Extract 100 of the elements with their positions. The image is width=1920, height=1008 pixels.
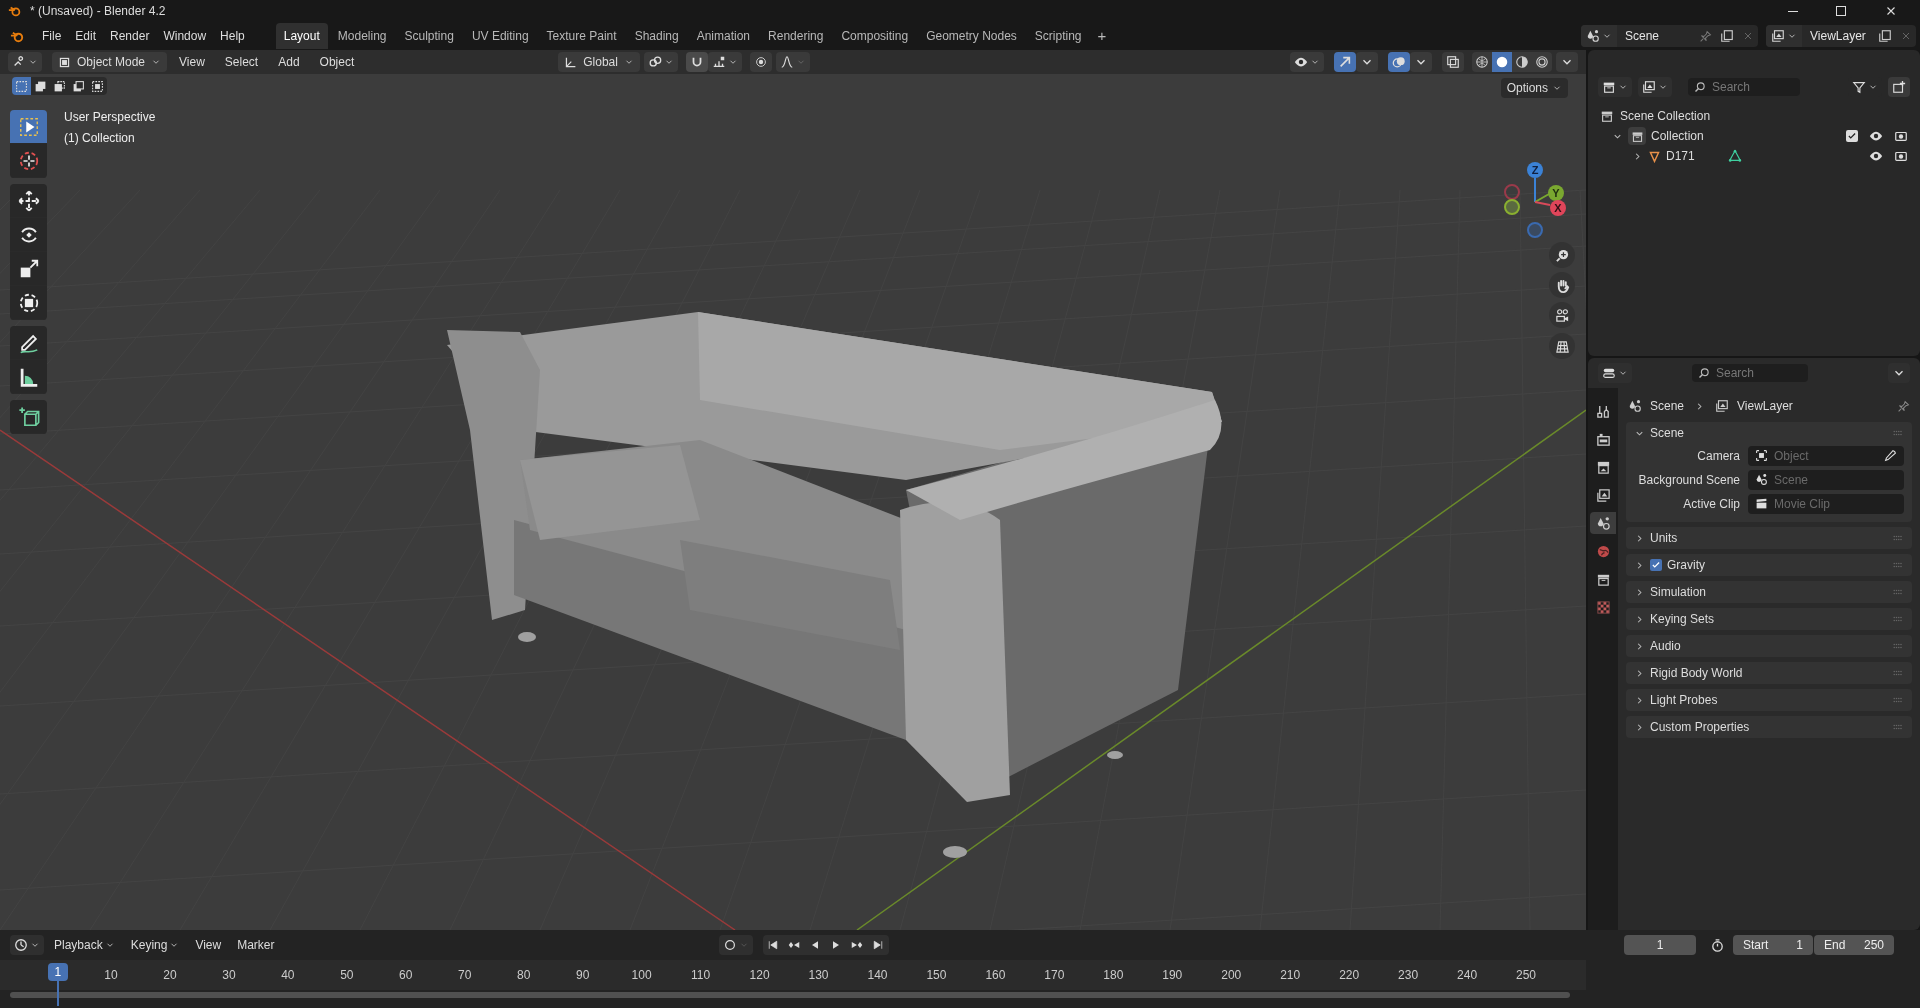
workspace-tab[interactable]: Sculpting — [396, 23, 462, 49]
editor-type-menu[interactable] — [8, 52, 42, 72]
minimize-button[interactable] — [1788, 10, 1798, 12]
menu-item[interactable]: View — [171, 53, 213, 71]
selection-mode-button[interactable] — [88, 77, 107, 95]
menu-item[interactable]: Window — [156, 24, 214, 48]
grid-view-button[interactable] — [1549, 333, 1575, 359]
data-block-menu[interactable] — [1766, 25, 1802, 47]
z-axis-handle[interactable]: Z — [1527, 162, 1543, 178]
search-field[interactable]: Search — [1688, 78, 1800, 96]
xray-toggle[interactable] — [1442, 52, 1464, 72]
new-collection-button[interactable] — [1888, 77, 1910, 97]
data-block-field[interactable]: Object — [1748, 446, 1904, 466]
visibility-dropdown[interactable] — [1290, 52, 1324, 72]
visibility-icon[interactable] — [1869, 129, 1883, 143]
overlay-dropdown[interactable] — [1410, 52, 1432, 72]
add-workspace-button[interactable]: + — [1091, 24, 1113, 48]
maximize-button[interactable] — [1836, 6, 1846, 16]
zoom-button[interactable] — [1549, 242, 1575, 268]
options-dropdown[interactable] — [1888, 363, 1910, 383]
tree-item[interactable]: Scene Collection — [1620, 107, 1711, 125]
options-dropdown[interactable]: Options — [1500, 78, 1568, 98]
jump-end-button[interactable] — [867, 935, 889, 955]
editor-type-menu[interactable] — [10, 935, 44, 955]
add-cube-tool-button[interactable] — [10, 400, 47, 434]
panel-header[interactable]: Gravity — [1626, 554, 1912, 576]
tree-item[interactable]: D171 — [1666, 147, 1695, 165]
menu-item[interactable]: Select — [216, 53, 267, 71]
shading-rendered-button[interactable] — [1532, 52, 1552, 72]
workspace-tab[interactable]: Rendering — [760, 23, 832, 49]
tree-item[interactable]: Collection — [1651, 127, 1704, 145]
annotate-tool-button[interactable] — [10, 326, 47, 360]
breadcrumb-item[interactable]: Scene — [1650, 397, 1685, 415]
menu-item[interactable]: Help — [213, 24, 252, 48]
measure-tool-button[interactable] — [10, 360, 47, 394]
negative-z-handle[interactable] — [1527, 222, 1543, 238]
search-field[interactable]: Search — [1692, 364, 1808, 382]
shading-material-button[interactable] — [1512, 52, 1532, 72]
panel-header[interactable]: Keying Sets — [1626, 608, 1912, 630]
editor-type-menu[interactable] — [1598, 363, 1632, 383]
breadcrumb-item[interactable]: ViewLayer — [1737, 397, 1793, 415]
menu-item[interactable]: Add — [270, 53, 308, 71]
transform-tool-button[interactable] — [10, 286, 47, 320]
panel-header[interactable]: Simulation — [1626, 581, 1912, 603]
snap-target-dropdown[interactable] — [707, 52, 742, 72]
menu-item[interactable]: View — [189, 936, 228, 954]
panel-header[interactable]: Units — [1626, 527, 1912, 549]
panel-header[interactable]: Custom Properties — [1626, 716, 1912, 738]
pin-icon[interactable] — [1699, 29, 1712, 43]
shading-wireframe-button[interactable] — [1472, 52, 1492, 72]
workspace-tab[interactable]: Animation — [688, 23, 759, 49]
scene-tab[interactable] — [1590, 512, 1616, 534]
filter-view-dropdown[interactable] — [1638, 77, 1672, 97]
falloff-dropdown[interactable] — [775, 52, 810, 72]
menu-item[interactable]: Render — [103, 24, 157, 48]
duplicate-icon[interactable] — [1878, 29, 1892, 43]
pan-hand-button[interactable] — [1549, 272, 1575, 298]
x-axis-handle[interactable]: X — [1550, 200, 1566, 216]
visibility-icon[interactable] — [1869, 149, 1883, 163]
menu-item[interactable]: Object — [311, 53, 363, 71]
gizmo-dropdown[interactable] — [1356, 52, 1378, 72]
y-axis-handle[interactable]: Y — [1548, 185, 1564, 201]
preview-range-icon[interactable] — [1710, 937, 1725, 953]
gizmo-toggle[interactable] — [1334, 52, 1356, 72]
select-tool-button[interactable] — [10, 110, 47, 144]
shading-solid-button[interactable] — [1492, 52, 1512, 72]
playhead[interactable]: 1 — [47, 963, 68, 981]
render-camera-icon[interactable] — [1894, 149, 1908, 163]
duplicate-icon[interactable] — [1720, 29, 1734, 43]
overlay-toggle[interactable] — [1388, 52, 1410, 72]
pivot-dropdown[interactable] — [643, 52, 678, 72]
orientation-dropdown[interactable]: Global — [558, 52, 640, 72]
selection-mode-button[interactable] — [31, 77, 50, 95]
current-frame-field[interactable]: 1 — [1624, 935, 1696, 955]
menu-item[interactable]: Edit — [68, 24, 104, 48]
menu-item[interactable]: Playback — [48, 936, 121, 954]
auto-keying-toggle[interactable] — [718, 935, 753, 955]
mode-dropdown[interactable]: Object Mode — [52, 52, 168, 72]
camera-view-button[interactable] — [1549, 302, 1575, 328]
render-camera-icon[interactable] — [1894, 129, 1908, 143]
workspace-tab[interactable]: UV Editing — [463, 23, 537, 49]
panel-header[interactable]: Rigid Body World — [1626, 662, 1912, 684]
workspace-tab[interactable]: Compositing — [833, 23, 917, 49]
start-frame-field[interactable]: Start 1 — [1733, 935, 1813, 955]
panel-header[interactable]: Audio — [1626, 635, 1912, 657]
panel-header[interactable]: Light Probes — [1626, 689, 1912, 711]
panel-header[interactable]: Scene — [1626, 422, 1912, 444]
shading-dropdown[interactable] — [1556, 52, 1578, 72]
cursor-tool-button[interactable] — [10, 144, 47, 178]
pin-icon[interactable] — [1897, 399, 1910, 413]
data-block-menu[interactable] — [1581, 25, 1617, 47]
data-block-field[interactable]: Movie Clip — [1748, 494, 1904, 514]
workspace-tab[interactable]: Modeling — [329, 23, 395, 49]
workspace-tab[interactable]: Texture Paint — [538, 23, 625, 49]
move-tool-button[interactable] — [10, 184, 47, 218]
proportional-edit-toggle[interactable] — [749, 52, 772, 72]
exclude-checkbox[interactable] — [1846, 130, 1858, 142]
display-mode-dropdown[interactable] — [1598, 77, 1632, 97]
workspace-tab[interactable]: Geometry Nodes — [918, 23, 1025, 49]
menu-item[interactable]: Marker — [231, 936, 281, 954]
